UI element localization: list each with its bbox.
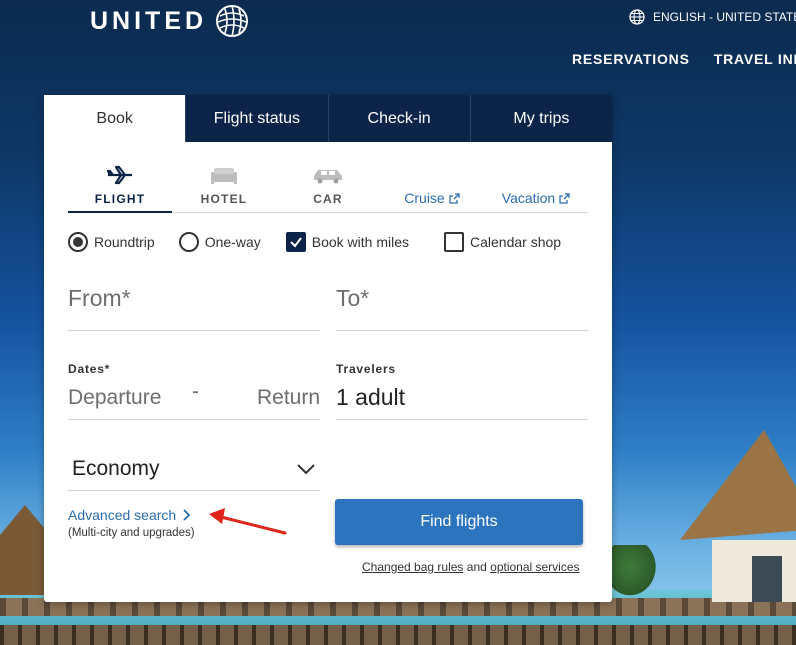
travelers-field[interactable]: 1 adult [336, 380, 588, 420]
calendar-shop-label: Calendar shop [470, 234, 562, 250]
brand-name: UNITED [90, 6, 208, 35]
globe-icon [629, 9, 645, 25]
dates-label: Dates* [68, 362, 111, 376]
roundtrip-radio[interactable] [68, 232, 88, 252]
dates-field[interactable]: Departure - Return [68, 380, 320, 420]
bag-info-joiner: and [466, 560, 487, 574]
to-field[interactable]: To* [336, 285, 588, 331]
tab-my-trips[interactable]: My trips [469, 95, 612, 142]
book-with-miles-option[interactable]: Book with miles [285, 232, 409, 252]
tab-flight-status[interactable]: Flight status [185, 95, 328, 142]
travel-mode-tabs: FLIGHT HOTEL CAR Cruise Vacation [68, 163, 588, 213]
united-logo[interactable]: UNITED [90, 4, 249, 38]
mode-hotel[interactable]: HOTEL [172, 163, 276, 212]
language-label: ENGLISH - UNITED STATES [653, 10, 796, 24]
airplane-icon [107, 165, 132, 185]
mode-car-label: CAR [313, 192, 343, 206]
one-way-option[interactable]: One-way [178, 232, 261, 252]
calendar-shop-option[interactable]: Calendar shop [444, 232, 561, 252]
trip-options: Roundtrip One-way Book with miles Calend… [68, 231, 561, 253]
roundtrip-option[interactable]: Roundtrip [68, 232, 155, 252]
mode-vacation[interactable]: Vacation [484, 163, 588, 212]
chevron-down-icon [297, 463, 315, 474]
mode-cruise[interactable]: Cruise [380, 163, 484, 212]
date-separator: - [192, 380, 199, 403]
chevron-right-icon [183, 509, 191, 521]
globe-logo-icon [216, 5, 249, 37]
hut-door [752, 556, 782, 602]
mode-flight-label: FLIGHT [94, 192, 146, 206]
annotation-arrow-icon [209, 508, 287, 535]
nav-travel-info[interactable]: TRAVEL INFO [714, 51, 796, 67]
calendar-shop-checkbox[interactable] [444, 232, 464, 252]
booking-widget: Book Flight status Check-in My trips FLI… [44, 95, 612, 602]
book-with-miles-checkbox[interactable] [285, 232, 306, 252]
hotel-icon [211, 168, 237, 184]
checkmark-icon [290, 237, 302, 248]
mode-flight[interactable]: FLIGHT [68, 163, 172, 213]
cruise-link[interactable]: Cruise [404, 190, 444, 206]
external-link-icon [449, 192, 460, 204]
mode-car[interactable]: CAR [276, 163, 380, 212]
booking-tabs: Book Flight status Check-in My trips [44, 95, 612, 142]
car-icon [314, 170, 342, 184]
mode-hotel-label: HOTEL [200, 192, 248, 206]
one-way-radio[interactable] [178, 232, 199, 252]
changed-bag-rules-link[interactable]: Changed bag rules [362, 560, 463, 574]
book-with-miles-label: Book with miles [311, 234, 409, 250]
vacation-link[interactable]: Vacation [502, 190, 555, 206]
hut-roof [680, 430, 796, 540]
optional-services-link[interactable]: optional services [490, 560, 579, 574]
return-placeholder[interactable]: Return [257, 386, 320, 410]
bag-info: Changed bag rules and optional services [362, 560, 580, 574]
travelers-label: Travelers [336, 362, 396, 376]
external-link-icon [559, 192, 570, 204]
cabin-select[interactable]: Economy [68, 447, 320, 491]
top-navigation: RESERVATIONS TRAVEL INFO [572, 51, 796, 67]
tab-book[interactable]: Book [44, 95, 186, 142]
advanced-search-label: Advanced search [68, 507, 177, 523]
cabin-value: Economy [72, 456, 160, 480]
travelers-value: 1 adult [336, 384, 406, 410]
roundtrip-label: Roundtrip [94, 234, 155, 250]
advanced-search: Advanced search (Multi-city and upgrades… [68, 507, 195, 539]
one-way-label: One-way [204, 234, 261, 250]
to-placeholder: To* [336, 285, 370, 311]
advanced-search-link[interactable]: Advanced search [68, 507, 195, 523]
nav-reservations[interactable]: RESERVATIONS [572, 51, 690, 67]
advanced-search-sub: (Multi-city and upgrades) [68, 527, 195, 539]
find-flights-button[interactable]: Find flights [335, 499, 583, 545]
from-placeholder: From* [68, 285, 131, 311]
language-selector[interactable]: ENGLISH - UNITED STATES [629, 9, 796, 25]
departure-placeholder[interactable]: Departure [68, 386, 161, 410]
tab-check-in[interactable]: Check-in [327, 95, 470, 142]
from-field[interactable]: From* [68, 285, 320, 331]
pier-foreground [0, 625, 796, 645]
